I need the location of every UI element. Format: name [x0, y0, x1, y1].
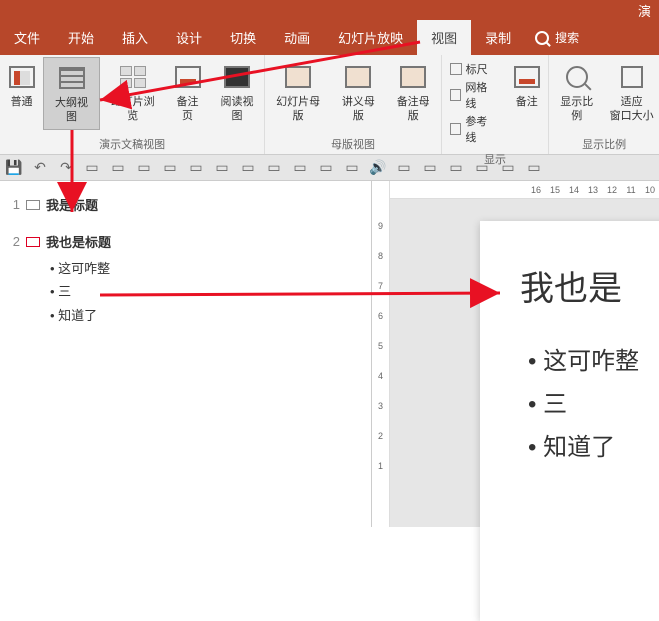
fit-window-icon	[616, 61, 648, 93]
outline-bullet[interactable]: 这可咋整	[50, 257, 361, 280]
slide-thumb-icon	[26, 237, 40, 247]
tab-file[interactable]: 文件	[0, 20, 54, 55]
undo-icon[interactable]: ↶	[32, 160, 48, 176]
slide-number: 1	[10, 197, 20, 212]
slide-title: 我是标题	[46, 195, 98, 214]
handout-master-icon	[342, 61, 374, 93]
slide-sorter-icon	[117, 61, 149, 93]
slide[interactable]: 我也是 这可咋整 三 知道了	[480, 221, 659, 621]
tab-record[interactable]: 录制	[471, 20, 525, 55]
notes-page-icon	[172, 61, 204, 93]
outline-bullet[interactable]: 三	[50, 280, 361, 303]
slide-master-icon	[282, 61, 314, 93]
notes-master-icon	[397, 61, 429, 93]
outline-view-icon	[56, 62, 88, 94]
tab-design[interactable]: 设计	[162, 20, 216, 55]
titlebar: 演	[0, 0, 659, 20]
horizontal-ruler: 16 15 14 13 12 11 10	[390, 181, 659, 199]
normal-view-button[interactable]: 普通	[0, 57, 43, 113]
slide-sorter-button[interactable]: 幻灯片浏览	[100, 57, 166, 128]
ribbon-group-presentation-views: 普通 大纲视图 幻灯片浏览 备注页 阅读视图 演示文稿视图	[0, 55, 265, 154]
notes-master-button[interactable]: 备注母版	[386, 57, 441, 128]
tab-insert[interactable]: 插入	[108, 20, 162, 55]
qat-icon[interactable]: ▭	[344, 160, 360, 176]
work-area: 1 我是标题 2 我也是标题 这可咋整 三 知道了 9 8 7 6 5 4 3 …	[0, 181, 659, 527]
qat-icon[interactable]: ▭	[188, 160, 204, 176]
outline-pane[interactable]: 1 我是标题 2 我也是标题 这可咋整 三 知道了	[0, 181, 372, 527]
menubar: 文件 开始 插入 设计 切换 动画 幻灯片放映 视图 录制 搜索	[0, 20, 659, 55]
slide-master-button[interactable]: 幻灯片母版	[265, 57, 331, 128]
outline-view-button[interactable]: 大纲视图	[43, 57, 100, 130]
reading-view-icon	[221, 61, 253, 93]
search-label: 搜索	[555, 29, 579, 46]
normal-view-icon	[6, 61, 38, 93]
notes-button[interactable]: 备注	[505, 57, 548, 113]
qat-icon[interactable]: ▭	[266, 160, 282, 176]
slide-bullet[interactable]: 知道了	[528, 426, 659, 469]
qat-icon[interactable]: ▭	[422, 160, 438, 176]
qat-icon[interactable]: ▭	[500, 160, 516, 176]
tab-slideshow[interactable]: 幻灯片放映	[324, 20, 417, 55]
ribbon-group-master-views: 幻灯片母版 讲义母版 备注母版 母版视图	[265, 55, 441, 154]
title-text: 演	[638, 1, 651, 20]
group-label: 显示比例	[549, 134, 659, 154]
zoom-button[interactable]: 显示比例	[549, 57, 604, 128]
slide-title-text[interactable]: 我也是	[520, 261, 659, 310]
slide-thumb-icon	[26, 200, 40, 210]
guides-checkbox[interactable]: 参考线	[450, 113, 498, 145]
search-icon	[535, 31, 549, 45]
qat-icon[interactable]: ▭	[214, 160, 230, 176]
checkbox-icon	[450, 123, 462, 135]
qat-icon[interactable]: ▭	[448, 160, 464, 176]
quick-access-toolbar: 💾 ↶ ↷ ▭ ▭ ▭ ▭ ▭ ▭ ▭ ▭ ▭ ▭ ▭ 🔊 ▭ ▭ ▭ ▭ ▭ …	[0, 155, 659, 181]
save-icon[interactable]: 💾	[6, 160, 22, 176]
ruler-checkbox[interactable]: 标尺	[450, 61, 498, 77]
group-label: 演示文稿视图	[0, 134, 264, 154]
ribbon-group-show: 标尺 网格线 参考线 备注 显示	[442, 55, 550, 154]
slide-title: 我也是标题	[46, 232, 111, 251]
gridlines-checkbox[interactable]: 网格线	[450, 79, 498, 111]
redo-icon[interactable]: ↷	[58, 160, 74, 176]
sound-icon[interactable]: 🔊	[370, 160, 386, 176]
checkbox-icon	[450, 63, 462, 75]
handout-master-button[interactable]: 讲义母版	[331, 57, 386, 128]
slide-bullet[interactable]: 这可咋整	[528, 340, 659, 383]
qat-icon[interactable]: ▭	[292, 160, 308, 176]
qat-icon[interactable]: ▭	[84, 160, 100, 176]
qat-icon[interactable]: ▭	[240, 160, 256, 176]
qat-icon[interactable]: ▭	[318, 160, 334, 176]
qat-icon[interactable]: ▭	[162, 160, 178, 176]
outline-bullet[interactable]: 知道了	[50, 304, 361, 327]
zoom-icon	[561, 61, 593, 93]
notes-icon	[511, 61, 543, 93]
checkbox-icon	[450, 89, 462, 101]
vertical-ruler: 9 8 7 6 5 4 3 2 1	[372, 181, 390, 527]
qat-icon[interactable]: ▭	[526, 160, 542, 176]
ribbon-group-zoom: 显示比例 适应 窗口大小 显示比例	[549, 55, 659, 154]
ribbon: 普通 大纲视图 幻灯片浏览 备注页 阅读视图 演示文稿视图	[0, 55, 659, 155]
notes-page-button[interactable]: 备注页	[165, 57, 209, 128]
fit-window-button[interactable]: 适应 窗口大小	[604, 57, 659, 128]
reading-view-button[interactable]: 阅读视图	[210, 57, 265, 128]
outline-slide-1[interactable]: 1 我是标题	[10, 195, 361, 214]
tab-transition[interactable]: 切换	[216, 20, 270, 55]
qat-icon[interactable]: ▭	[396, 160, 412, 176]
slide-bullet[interactable]: 三	[528, 383, 659, 426]
outline-slide-2[interactable]: 2 我也是标题	[10, 232, 361, 251]
slide-canvas-area: 16 15 14 13 12 11 10 我也是 这可咋整 三 知道了	[390, 181, 659, 527]
search-box[interactable]: 搜索	[525, 20, 589, 55]
group-label: 母版视图	[265, 134, 440, 154]
qat-icon[interactable]: ▭	[474, 160, 490, 176]
slide-number: 2	[10, 234, 20, 249]
tab-home[interactable]: 开始	[54, 20, 108, 55]
qat-icon[interactable]: ▭	[136, 160, 152, 176]
qat-icon[interactable]: ▭	[110, 160, 126, 176]
tab-animation[interactable]: 动画	[270, 20, 324, 55]
tab-view[interactable]: 视图	[417, 20, 471, 55]
